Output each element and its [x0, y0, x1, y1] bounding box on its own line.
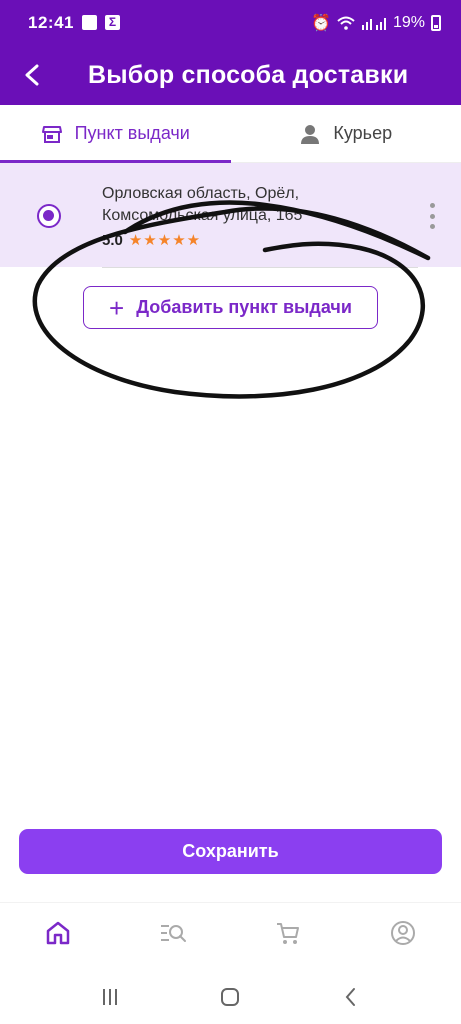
battery-percent: 19% — [392, 13, 425, 31]
add-pickup-point-button[interactable]: + Добавить пункт выдачи — [83, 286, 378, 329]
rating-row: 5.0 ★★★★★ — [102, 231, 202, 250]
address-line1: Орловская область, Орёл, — [102, 185, 300, 202]
store-icon — [41, 125, 62, 143]
recent-apps-icon — [103, 989, 118, 1005]
chevron-left-icon — [25, 64, 39, 86]
bottom-navigation — [0, 902, 461, 962]
rating-value: 5.0 — [102, 231, 123, 249]
home-system-button[interactable] — [210, 977, 250, 1017]
gallery-icon — [81, 15, 97, 30]
app-header: Выбор способа доставки — [0, 45, 461, 105]
plus-icon: + — [109, 292, 125, 323]
sigma-icon: Σ — [104, 15, 120, 30]
profile-icon — [391, 920, 416, 945]
back-button[interactable] — [0, 45, 66, 105]
pickup-address: Орловская область, Орёл, Комсомольская у… — [102, 183, 392, 227]
nav-cart[interactable] — [258, 903, 318, 963]
battery-icon — [431, 14, 441, 31]
tab-pickup-point-label: Пункт выдачи — [74, 123, 190, 143]
more-options-icon[interactable] — [424, 203, 440, 229]
status-bar: 12:41 Σ ⏰ 19% — [0, 0, 461, 45]
back-system-button[interactable] — [331, 977, 371, 1017]
divider — [102, 267, 418, 268]
pickup-radio-selected[interactable] — [37, 204, 61, 228]
courier-icon — [301, 124, 320, 144]
save-button[interactable]: Сохранить — [19, 829, 442, 874]
recent-apps-button[interactable] — [90, 977, 130, 1017]
back-chevron-icon — [345, 988, 355, 1006]
home-square-icon — [221, 988, 240, 1006]
catalog-search-icon — [160, 924, 186, 942]
rating-stars-icon: ★★★★★ — [128, 232, 202, 249]
address-line2: Комсомольская улица, 165 — [102, 207, 303, 224]
cart-icon — [277, 922, 300, 944]
pickup-point-card[interactable]: Орловская область, Орёл, Комсомольская у… — [0, 163, 461, 267]
system-navigation — [0, 970, 461, 1024]
alarm-icon: ⏰ — [311, 14, 331, 32]
page-title: Выбор способа доставки — [88, 60, 409, 89]
tab-courier[interactable]: Курьер — [231, 105, 461, 162]
tab-courier-label: Курьер — [333, 123, 393, 143]
delivery-tabs: Пункт выдачи Курьер — [0, 105, 461, 163]
wifi-icon — [337, 16, 355, 30]
status-time: 12:41 — [28, 12, 74, 32]
add-pickup-point-label: Добавить пункт выдачи — [136, 297, 352, 317]
nav-home[interactable] — [28, 903, 88, 963]
tab-pickup-point[interactable]: Пункт выдачи — [0, 105, 231, 163]
home-icon — [46, 921, 69, 944]
signal-icon — [361, 17, 386, 30]
nav-catalog[interactable] — [143, 903, 203, 963]
nav-profile[interactable] — [373, 903, 433, 963]
